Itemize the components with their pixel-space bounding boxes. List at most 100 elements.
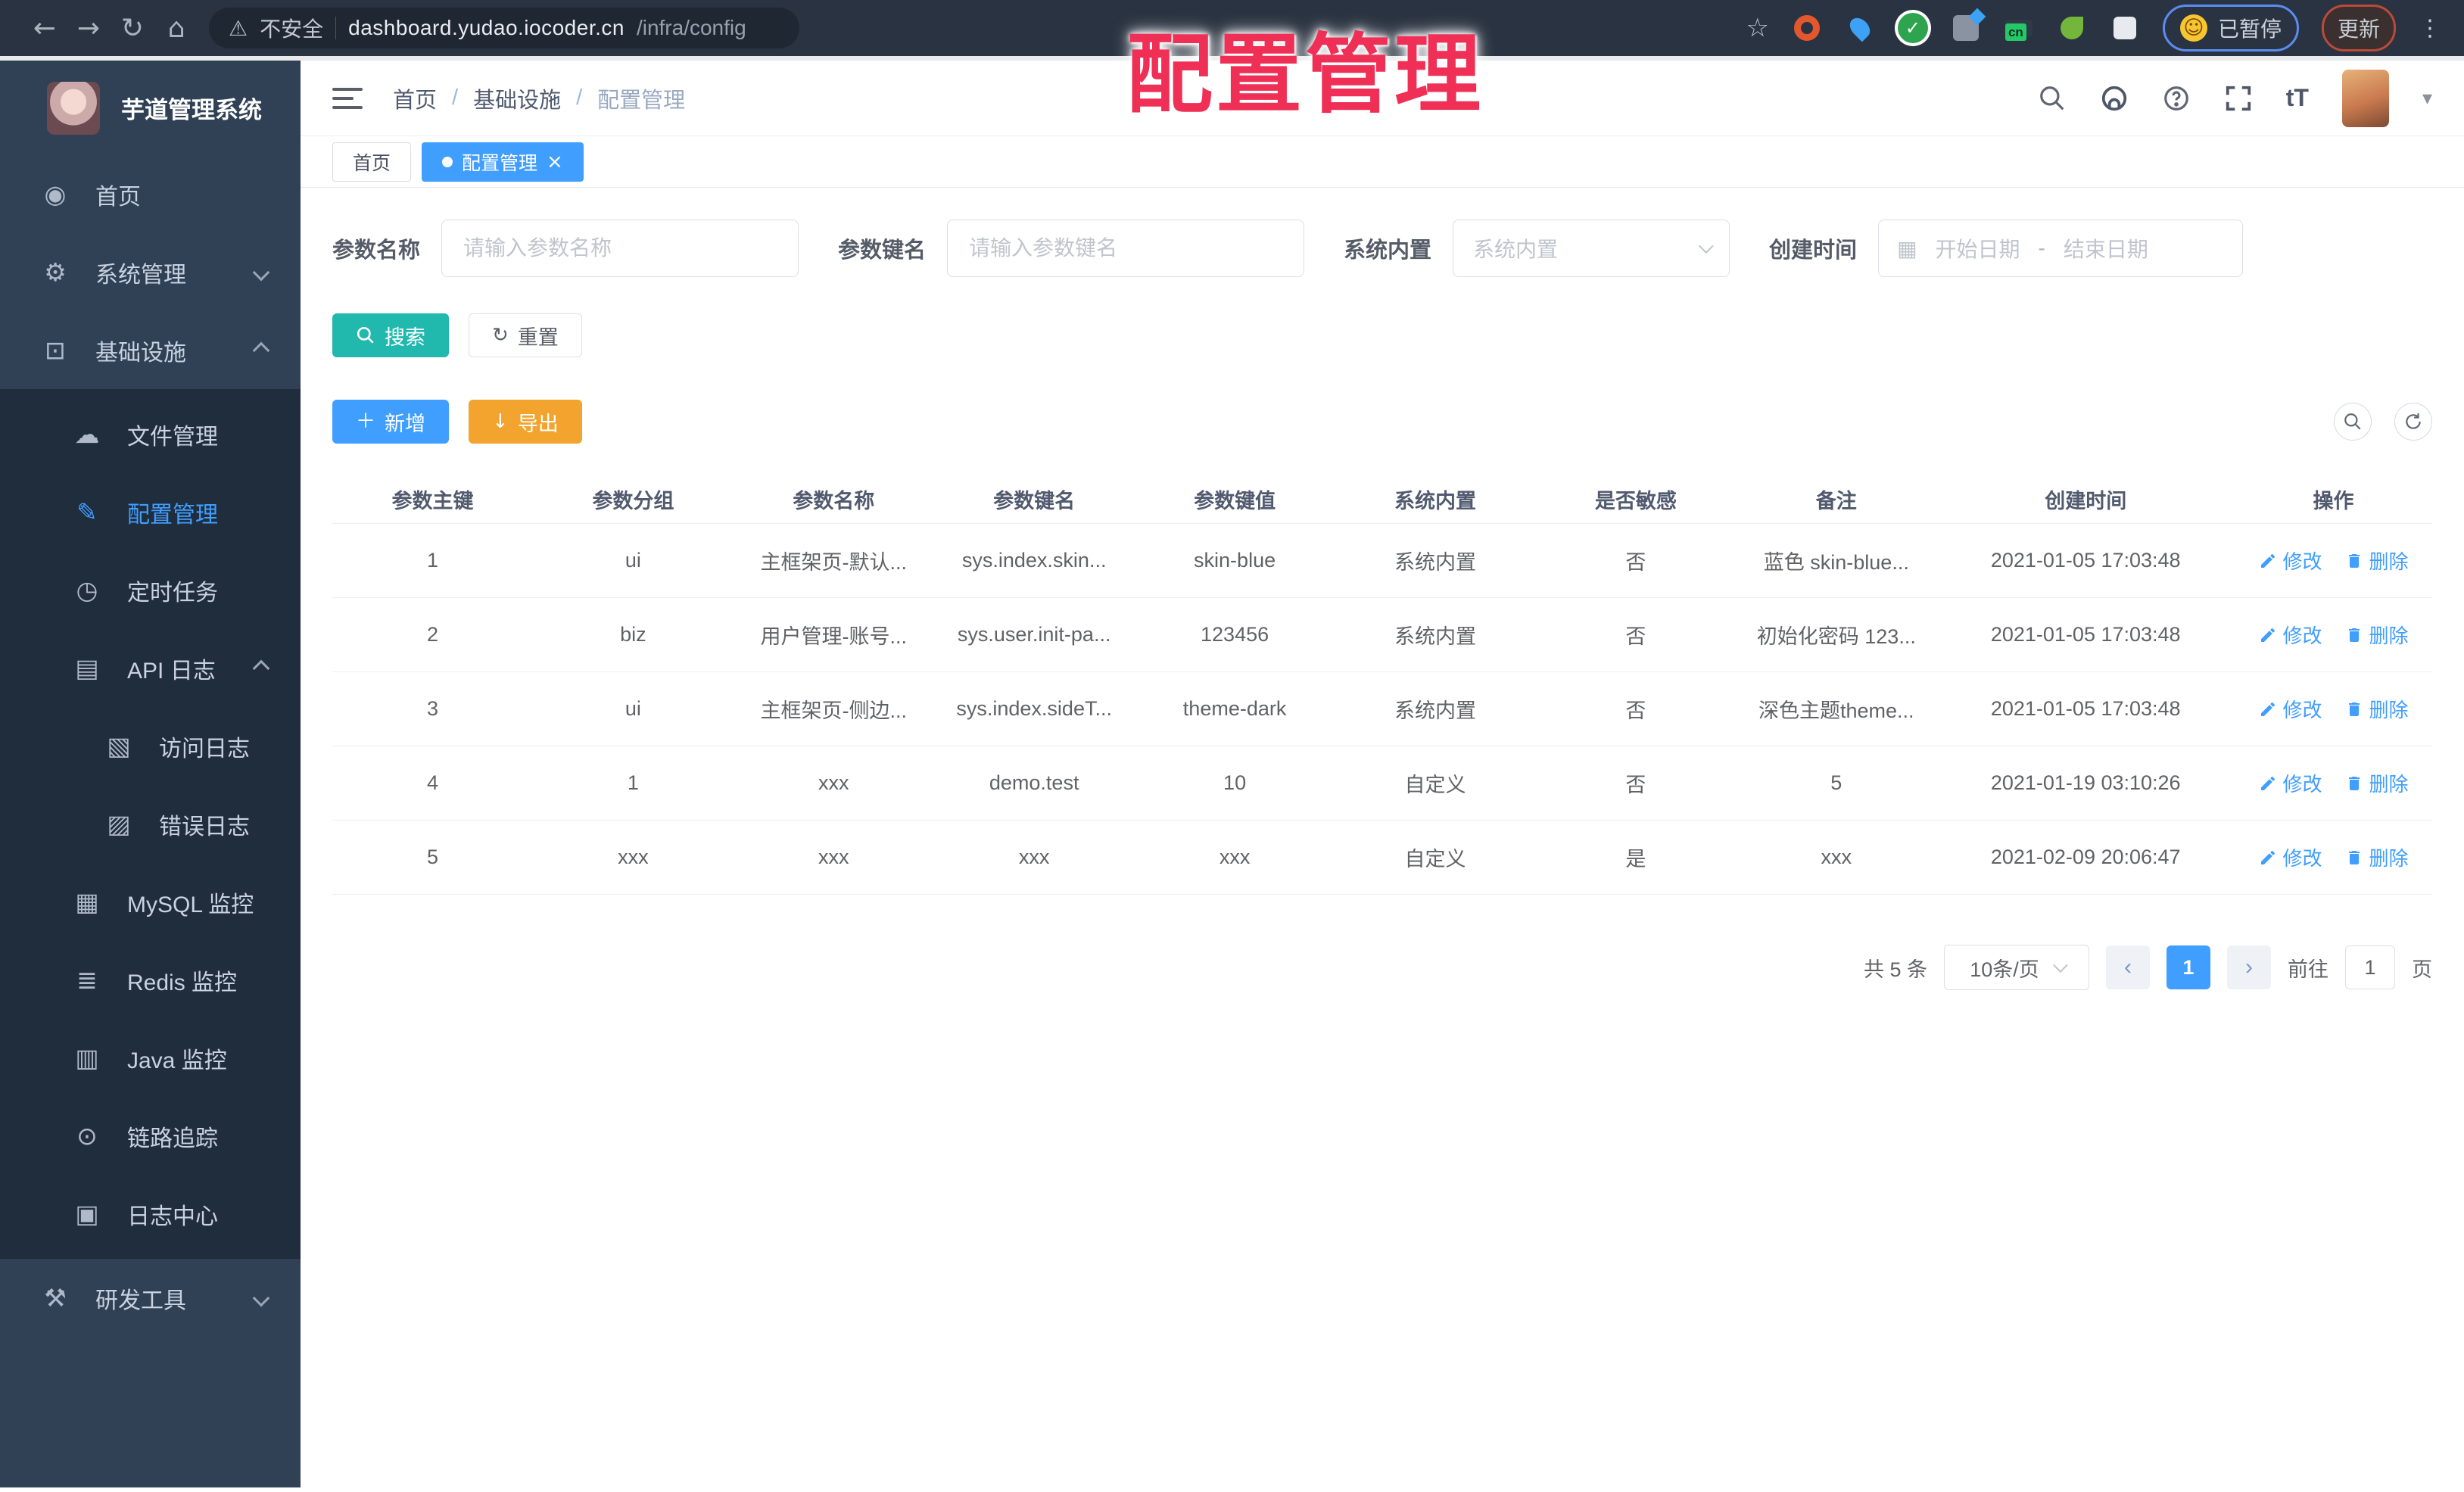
- sidebar-item-home[interactable]: ◉ 首页: [0, 155, 301, 233]
- bookmark-star-icon[interactable]: ☆: [1746, 13, 1768, 43]
- sidebar: 芋道管理系统 ◉ 首页 ⚙ 系统管理 ⊡ 基础设施 ☁ 文件管理 ✎ 配置管理: [0, 61, 301, 1487]
- reset-button[interactable]: ↻ 重置: [469, 313, 582, 357]
- export-button[interactable]: ↓ 导出: [469, 400, 582, 444]
- table-header-row: 参数主键 参数分组 参数名称 参数键名 参数键值 系统内置 是否敏感 备注 创建…: [332, 475, 2432, 524]
- tab-label: 首页: [353, 152, 391, 174]
- collapse-sidebar-icon[interactable]: [332, 87, 363, 109]
- edit-link[interactable]: 修改: [2259, 547, 2322, 575]
- sidebar-item-access-logs[interactable]: ▧ 访问日志: [0, 707, 301, 785]
- fullscreen-icon[interactable]: [2224, 84, 2253, 113]
- refresh-table-button[interactable]: [2394, 403, 2432, 441]
- browser-forward-icon[interactable]: →: [67, 13, 111, 44]
- mysql-icon: ▦: [75, 887, 99, 917]
- breadcrumb: 首页 / 基础设施 / 配置管理: [393, 83, 685, 114]
- delete-link[interactable]: 删除: [2345, 769, 2409, 797]
- cell-sensitive: 否: [1625, 774, 1646, 796]
- browser-update-button[interactable]: 更新: [2321, 5, 2396, 51]
- delete-link[interactable]: 删除: [2345, 621, 2409, 649]
- profile-paused-pill[interactable]: ☺ 已暂停: [2162, 5, 2299, 51]
- prev-page-button[interactable]: ‹: [2106, 945, 2150, 989]
- sidebar-item-infrastructure[interactable]: ⊡ 基础设施: [0, 311, 301, 389]
- sidebar-item-file-management[interactable]: ☁ 文件管理: [0, 395, 301, 473]
- delete-link[interactable]: 删除: [2345, 695, 2409, 723]
- url-host: dashboard.yudao.iocoder.cn: [348, 16, 625, 39]
- help-icon[interactable]: [2162, 84, 2191, 113]
- sidebar-item-mysql-monitor[interactable]: ▦ MySQL 监控: [0, 863, 301, 941]
- edit-link[interactable]: 修改: [2259, 621, 2322, 649]
- cell-builtin: 系统内置: [1394, 551, 1476, 574]
- cell-remark: 初始化密码 123...: [1756, 625, 1916, 648]
- insecure-warning-icon: ⚠: [229, 15, 248, 41]
- font-size-icon[interactable]: tT: [2286, 84, 2309, 112]
- access-log-icon: ▧: [107, 731, 131, 761]
- edit-link[interactable]: 修改: [2259, 769, 2322, 797]
- pencil-icon: [2260, 628, 2275, 642]
- active-tab-dot-icon: [442, 156, 453, 167]
- pencil-icon: [2260, 776, 2275, 790]
- sidebar-item-api-logs[interactable]: ▤ API 日志: [0, 629, 301, 707]
- search-button[interactable]: 搜索: [332, 313, 449, 357]
- edit-link[interactable]: 修改: [2259, 695, 2322, 723]
- delete-link[interactable]: 删除: [2345, 547, 2409, 575]
- toggle-search-button[interactable]: [2334, 403, 2372, 441]
- goto-unit-label: 页: [2412, 958, 2432, 981]
- browser-home-icon[interactable]: ⌂: [154, 13, 198, 44]
- builtin-select[interactable]: 系统内置: [1453, 220, 1730, 277]
- sidebar-item-error-logs[interactable]: ▨ 错误日志: [0, 785, 301, 863]
- search-button-label: 搜索: [385, 325, 425, 349]
- sidebar-item-tracing[interactable]: ⊙ 链路追踪: [0, 1097, 301, 1175]
- sidebar-item-log-center[interactable]: ▣ 日志中心: [0, 1175, 301, 1253]
- extension-pin-icon[interactable]: [1845, 13, 1875, 43]
- address-bar[interactable]: ⚠ 不安全 dashboard.yudao.iocoder.cn /infra/…: [209, 8, 799, 48]
- breadcrumb-home[interactable]: 首页: [393, 83, 437, 114]
- avatar-caret-icon[interactable]: ▾: [2422, 87, 2432, 110]
- search-icon[interactable]: [2038, 84, 2067, 113]
- gear-icon: ⚙: [44, 257, 67, 287]
- search-icon: [357, 326, 374, 344]
- user-avatar[interactable]: [2341, 69, 2389, 127]
- browser-reload-icon[interactable]: ↻: [111, 13, 154, 44]
- tab-config-management[interactable]: 配置管理 ×: [422, 142, 584, 182]
- extensions-puzzle-icon[interactable]: [2110, 13, 2140, 43]
- delete-link[interactable]: 删除: [2345, 843, 2409, 871]
- page-size-select[interactable]: 10条/页: [1944, 945, 2089, 990]
- browser-menu-icon[interactable]: ⋮: [2419, 15, 2441, 42]
- github-icon[interactable]: [2100, 84, 2129, 113]
- current-page-button[interactable]: 1: [2167, 945, 2210, 989]
- sidebar-item-config-management[interactable]: ✎ 配置管理: [0, 473, 301, 551]
- cell-name: 主框架页-侧边...: [760, 699, 908, 722]
- next-page-button[interactable]: ›: [2227, 945, 2271, 989]
- param-key-input[interactable]: [947, 220, 1305, 277]
- date-range-picker[interactable]: ▦ 开始日期 - 结束日期: [1878, 220, 2244, 277]
- cell-value: 123456: [1201, 623, 1269, 646]
- edit-label: 修改: [2282, 847, 2322, 870]
- sidebar-item-system[interactable]: ⚙ 系统管理: [0, 233, 301, 311]
- close-tab-icon[interactable]: ×: [547, 152, 563, 172]
- sidebar-item-label: 系统管理: [95, 262, 186, 288]
- extension-ring-icon[interactable]: [1792, 13, 1822, 43]
- extension-gray-icon[interactable]: [1951, 13, 1981, 43]
- tab-home[interactable]: 首页: [332, 142, 412, 182]
- paused-label: 已暂停: [2217, 17, 2282, 41]
- edit-label: 修改: [2282, 625, 2322, 647]
- sidebar-item-java-monitor[interactable]: ▥ Java 监控: [0, 1019, 301, 1097]
- security-label[interactable]: 不安全: [260, 13, 323, 43]
- add-button[interactable]: ＋ 新增: [332, 400, 450, 444]
- extension-translate-icon[interactable]: cn: [2004, 13, 2034, 43]
- sidebar-item-redis-monitor[interactable]: ≣ Redis 监控: [0, 941, 301, 1019]
- cell-key: sys.index.sideT...: [956, 697, 1112, 720]
- browser-back-icon[interactable]: ←: [23, 13, 67, 44]
- sidebar-item-dev-tools[interactable]: ⚒ 研发工具: [0, 1259, 301, 1337]
- param-name-input[interactable]: [441, 220, 799, 277]
- cell-name: 主框架页-默认...: [760, 551, 908, 574]
- extension-check-icon[interactable]: ✓: [1897, 13, 1928, 43]
- sidebar-item-label: 文件管理: [127, 424, 218, 450]
- table-row: 3 ui 主框架页-侧边... sys.index.sideT... theme…: [332, 672, 2432, 746]
- trash-icon: [2348, 553, 2360, 568]
- sidebar-item-scheduled-tasks[interactable]: ◷ 定时任务: [0, 551, 301, 629]
- breadcrumb-infrastructure[interactable]: 基础设施: [473, 83, 561, 114]
- browser-right-cluster: ☆ ✓ cn ☺ 已暂停 更新 ⋮: [1746, 5, 2441, 51]
- extension-leaf-icon[interactable]: [2057, 13, 2087, 43]
- edit-link[interactable]: 修改: [2259, 843, 2322, 871]
- goto-page-input[interactable]: [2345, 945, 2395, 989]
